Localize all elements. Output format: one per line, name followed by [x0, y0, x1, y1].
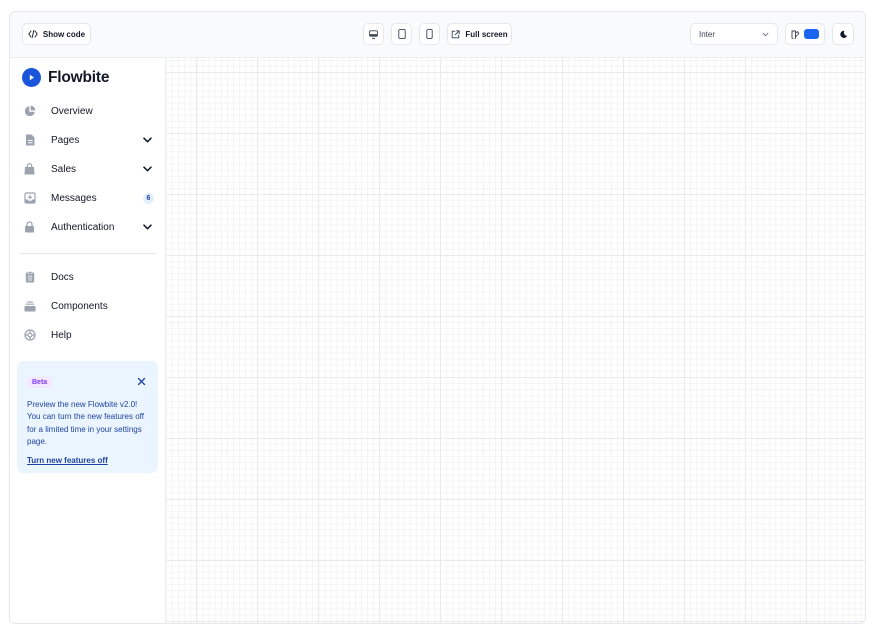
- full-screen-label: Full screen: [465, 29, 508, 39]
- font-select-value: Inter: [699, 29, 716, 39]
- inbox-icon: [23, 192, 36, 205]
- shopping-bag-icon: [23, 163, 36, 176]
- collection-icon: [23, 300, 36, 313]
- sidebar-item-overview[interactable]: Overview: [16, 98, 159, 124]
- sidebar-item-sales[interactable]: Sales: [16, 156, 159, 182]
- chevron-down-icon: [141, 163, 153, 175]
- document-icon: [23, 134, 36, 147]
- dark-mode-toggle[interactable]: [832, 23, 854, 45]
- chevron-down-icon: [762, 32, 769, 37]
- external-link-icon: [451, 29, 461, 39]
- sidebar-item-components[interactable]: Components: [16, 293, 159, 319]
- sidebar-item-help[interactable]: Help: [16, 322, 159, 348]
- close-icon[interactable]: [137, 373, 146, 386]
- sidebar-item-label: Authentication: [51, 221, 115, 233]
- show-code-button[interactable]: Show code: [22, 23, 91, 45]
- sidebar-divider: [19, 253, 157, 254]
- sidebar-item-label: Sales: [51, 163, 77, 175]
- brand[interactable]: Flowbite: [22, 68, 109, 87]
- sidebar-item-label: Components: [51, 300, 108, 312]
- sidebar-item-label: Messages: [51, 192, 97, 204]
- sidebar-item-label: Overview: [51, 105, 93, 117]
- support-icon: [23, 329, 36, 342]
- preview-frame: Show code Full screen Inter Flowbite Ove…: [9, 11, 866, 624]
- sidebar-item-messages[interactable]: Messages 6: [16, 185, 159, 211]
- chevron-down-icon: [141, 134, 153, 146]
- palette-icon: [791, 30, 800, 39]
- desktop-icon: [369, 29, 378, 39]
- device-mobile-button[interactable]: [419, 23, 440, 45]
- sidebar-item-label: Help: [51, 329, 72, 341]
- chart-pie-icon: [23, 105, 36, 118]
- theme-color-button[interactable]: [785, 23, 825, 45]
- sidebar-item-pages[interactable]: Pages: [16, 127, 159, 153]
- turn-off-features-link[interactable]: Turn new features off: [27, 456, 108, 465]
- show-code-label: Show code: [42, 29, 86, 39]
- beta-badge: Beta: [27, 377, 53, 388]
- brand-name: Flowbite: [48, 68, 110, 86]
- device-tablet-button[interactable]: [391, 23, 412, 45]
- full-screen-button[interactable]: Full screen: [447, 23, 512, 45]
- sidebar-item-authentication[interactable]: Authentication: [16, 214, 159, 240]
- preview-toolbar: Show code Full screen Inter: [10, 12, 865, 58]
- theme-color-swatch: [804, 29, 819, 39]
- sidebar-item-docs[interactable]: Docs: [16, 264, 159, 290]
- code-icon: [28, 30, 38, 38]
- chevron-down-icon: [141, 221, 153, 233]
- lock-icon: [23, 221, 36, 234]
- tablet-icon: [397, 29, 406, 39]
- sidebar-item-label: Docs: [51, 271, 74, 283]
- moon-icon: [839, 30, 848, 39]
- beta-notice-text: Preview the new Flowbite v2.0! You can t…: [27, 400, 144, 446]
- messages-count-badge: 6: [143, 192, 154, 204]
- clipboard-icon: [23, 271, 36, 284]
- beta-notice-card: Beta Preview the new Flowbite v2.0! You …: [17, 361, 158, 473]
- flowbite-logo-icon: [22, 68, 41, 87]
- mobile-icon: [426, 29, 433, 39]
- preview-canvas: [166, 58, 865, 623]
- font-select[interactable]: Inter: [690, 23, 778, 45]
- sidebar: Flowbite Overview Pages Sales Messages 6…: [10, 58, 166, 623]
- device-desktop-button[interactable]: [363, 23, 384, 45]
- sidebar-item-label: Pages: [51, 134, 80, 146]
